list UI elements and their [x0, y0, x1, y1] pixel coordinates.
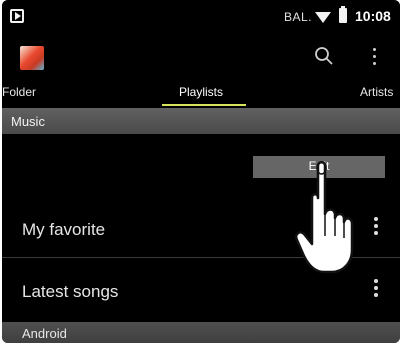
carrier-label: BAL.: [284, 10, 313, 24]
section-label: Android: [22, 326, 67, 341]
tab-folder[interactable]: Folder: [2, 85, 36, 99]
section-header-music: Music: [2, 108, 400, 134]
app-logo: [20, 46, 44, 70]
more-icon[interactable]: [374, 279, 378, 301]
tab-artists[interactable]: Artists: [360, 85, 393, 99]
cast-icon: [10, 9, 24, 23]
tab-indicator: [162, 104, 246, 106]
status-bar: BAL. 10:08: [2, 0, 400, 34]
signal-icon: [315, 12, 331, 23]
list-item-label: My favorite: [22, 220, 106, 239]
section-header-android: Android: [2, 322, 400, 343]
section-label: Music: [11, 114, 45, 129]
tab-bar: Folder Playlists Artists: [2, 80, 400, 108]
clock: 10:08: [355, 8, 391, 24]
phone-screen: BAL. 10:08 Folder Playlists Artists Musi…: [2, 0, 400, 343]
pointing-hand-icon: [295, 161, 354, 274]
list-item-label: Latest songs: [22, 282, 119, 301]
more-icon[interactable]: [374, 217, 378, 239]
search-icon[interactable]: [314, 46, 334, 66]
tab-playlists[interactable]: Playlists: [179, 85, 223, 99]
battery-icon: [339, 6, 347, 23]
more-icon[interactable]: [373, 48, 377, 66]
app-bar: [2, 34, 400, 80]
